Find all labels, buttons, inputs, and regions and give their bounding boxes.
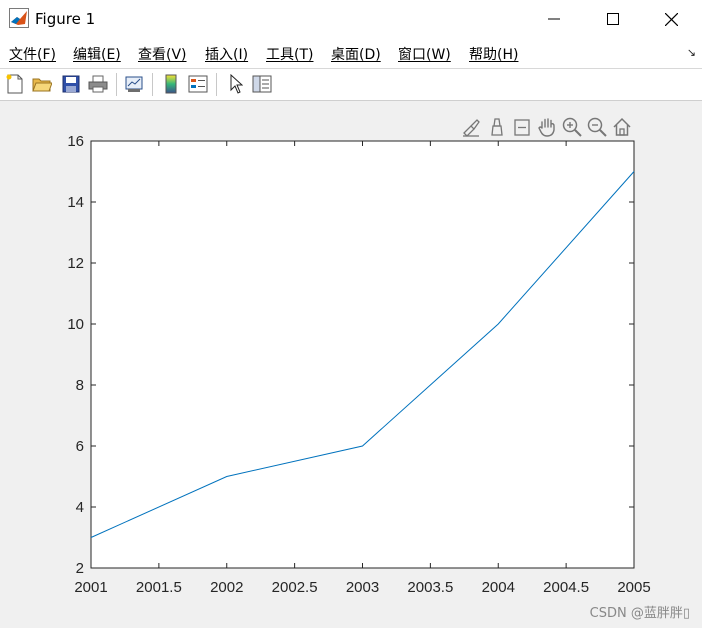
line-chart: 2001 2001.5 2002 2002.5 2003 2003.5 2004 2004.5… [67,133,650,596]
x-tick-label: 2001 [74,579,107,596]
y-tick-label: 10 [67,316,84,333]
y-tick-label: 6 [76,438,84,455]
x-tick-label: 2002.5 [272,579,318,596]
y-tick-label: 4 [76,499,84,516]
x-tick-label: 2004.5 [543,579,589,596]
x-tick-label: 2004 [482,579,515,596]
y-tick-label: 12 [67,255,84,272]
x-tick-label: 2003.5 [407,579,453,596]
x-tick-label: 2005 [617,579,650,596]
y-tick-label: 2 [76,560,84,577]
x-tick-label: 2002 [210,579,243,596]
axes-background [90,140,635,569]
x-tick-label: 2001.5 [136,579,182,596]
y-tick-label: 14 [67,194,84,211]
x-tick-label: 2003 [346,579,379,596]
y-tick-label: 16 [67,133,84,150]
y-tick-label: 8 [76,377,84,394]
watermark: CSDN @蓝胖胖▯ [589,606,690,621]
